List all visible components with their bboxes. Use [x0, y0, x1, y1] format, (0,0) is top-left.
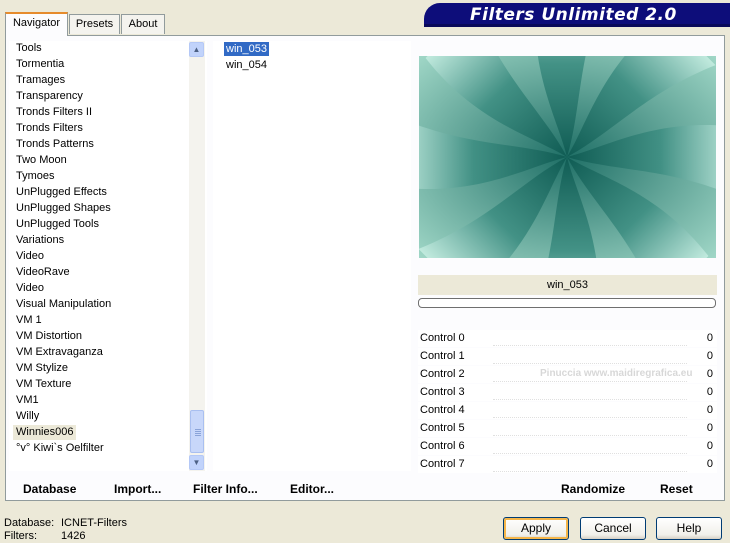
- control-slider-track[interactable]: [493, 417, 687, 419]
- category-item[interactable]: VM Distortion: [16, 329, 82, 344]
- category-item[interactable]: VM Texture: [16, 377, 71, 392]
- category-item[interactable]: VideoRave: [16, 265, 70, 280]
- category-scrollbar[interactable]: [189, 41, 205, 471]
- control-label: Control 0: [420, 332, 465, 344]
- cancel-button[interactable]: Cancel: [580, 517, 646, 540]
- control-row[interactable]: Control 7 0: [418, 456, 717, 473]
- control-slider-track[interactable]: [493, 453, 687, 455]
- category-item[interactable]: Tools: [16, 41, 42, 56]
- category-item[interactable]: VM1: [16, 393, 39, 408]
- control-row[interactable]: Control 6 0: [418, 438, 717, 455]
- control-label: Control 2: [420, 368, 465, 380]
- control-label: Control 5: [420, 422, 465, 434]
- category-item[interactable]: Video: [16, 281, 44, 296]
- database-value: ICNET-Filters: [61, 517, 127, 529]
- filter-item[interactable]: win_053: [224, 42, 269, 56]
- control-slider-track[interactable]: [493, 363, 687, 365]
- category-item[interactable]: VM Stylize: [16, 361, 68, 376]
- control-value: 0: [706, 404, 713, 416]
- apply-button[interactable]: Apply: [503, 517, 569, 540]
- category-item[interactable]: Tormentia: [16, 57, 64, 72]
- control-label: Control 3: [420, 386, 465, 398]
- filter-list[interactable]: [213, 41, 411, 471]
- category-item[interactable]: Winnies006: [13, 425, 77, 440]
- control-slider-track[interactable]: [493, 399, 687, 401]
- category-item[interactable]: UnPlugged Tools: [16, 217, 99, 232]
- control-label: Control 7: [420, 458, 465, 470]
- filter-item[interactable]: win_054: [224, 58, 269, 72]
- category-item[interactable]: Two Moon: [16, 153, 67, 168]
- category-item[interactable]: Tronds Filters II: [16, 105, 92, 120]
- category-item[interactable]: UnPlugged Effects: [16, 185, 107, 200]
- control-value: 0: [706, 422, 713, 434]
- control-row[interactable]: Control 5 0: [418, 420, 717, 437]
- control-slider-track[interactable]: [493, 345, 687, 347]
- control-label: Control 4: [420, 404, 465, 416]
- tab-navigator[interactable]: Navigator: [5, 12, 68, 36]
- help-button[interactable]: Help: [656, 517, 722, 540]
- category-item[interactable]: VM Extravaganza: [16, 345, 103, 360]
- editor-button[interactable]: Editor...: [290, 482, 334, 496]
- control-value: 0: [706, 332, 713, 344]
- category-item[interactable]: °v° Kiwi`s Oelfilter: [16, 441, 104, 456]
- category-item[interactable]: UnPlugged Shapes: [16, 201, 111, 216]
- control-label: Control 1: [420, 350, 465, 362]
- control-row[interactable]: Control 1 0: [418, 348, 717, 365]
- scroll-thumb[interactable]: [190, 410, 204, 453]
- tab-about[interactable]: About: [121, 14, 165, 34]
- control-row[interactable]: Control 0 0: [418, 330, 717, 347]
- scroll-up-button[interactable]: ▲: [189, 42, 204, 57]
- control-slider-track[interactable]: [493, 381, 687, 383]
- category-item[interactable]: VM 1: [16, 313, 42, 328]
- category-item[interactable]: Variations: [16, 233, 64, 248]
- database-label: Database:: [4, 517, 55, 529]
- category-item[interactable]: Tymoes: [16, 169, 55, 184]
- database-button[interactable]: Database: [23, 482, 76, 496]
- category-item[interactable]: Video: [16, 249, 44, 264]
- control-row[interactable]: Control 4 0: [418, 402, 717, 419]
- control-value: 0: [706, 350, 713, 362]
- progress-bar: [418, 298, 716, 308]
- control-value: 0: [706, 440, 713, 452]
- control-slider-track[interactable]: [493, 471, 687, 473]
- preview-image: [419, 56, 716, 258]
- control-value: 0: [706, 386, 713, 398]
- import-button[interactable]: Import...: [114, 482, 161, 496]
- reset-button[interactable]: Reset: [660, 482, 693, 496]
- preview-name: win_053: [418, 275, 717, 295]
- filters-count: 1426: [61, 530, 86, 542]
- filters-label: Filters:: [4, 530, 37, 542]
- category-item[interactable]: Tronds Filters: [16, 121, 83, 136]
- category-item[interactable]: Tronds Patterns: [16, 137, 94, 152]
- control-label: Control 6: [420, 440, 465, 452]
- app-title: Filters Unlimited 2.0: [470, 5, 677, 25]
- control-value: 0: [706, 368, 713, 380]
- randomize-button[interactable]: Randomize: [561, 482, 625, 496]
- filter-info-button[interactable]: Filter Info...: [193, 482, 258, 496]
- category-item[interactable]: Visual Manipulation: [16, 297, 111, 312]
- category-item[interactable]: Willy: [16, 409, 39, 424]
- control-row[interactable]: Control 3 0: [418, 384, 717, 401]
- tab-presets[interactable]: Presets: [69, 14, 120, 34]
- category-item[interactable]: Tramages: [16, 73, 65, 88]
- watermark: Pinuccia www.maidiregrafica.eu: [540, 368, 693, 379]
- scroll-down-button[interactable]: ▼: [189, 455, 204, 470]
- control-slider-track[interactable]: [493, 435, 687, 437]
- control-value: 0: [706, 458, 713, 470]
- category-item[interactable]: Transparency: [16, 89, 83, 104]
